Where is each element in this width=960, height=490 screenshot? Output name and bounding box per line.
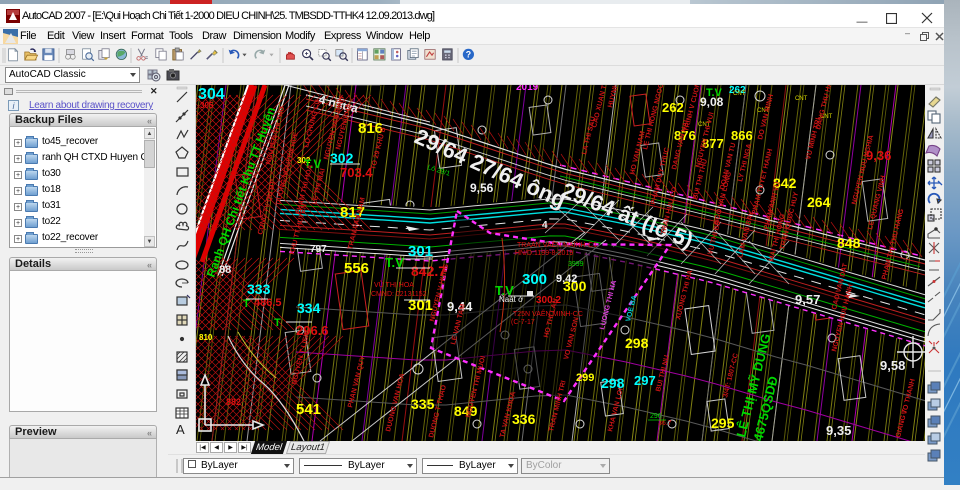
svg-text:848: 848 <box>837 235 861 251</box>
svg-text:3999: 3999 <box>568 261 584 268</box>
svg-text:CNT: CNT <box>795 96 808 102</box>
svg-text:866: 866 <box>731 128 753 143</box>
svg-text:541: 541 <box>296 401 321 418</box>
svg-text:9,57: 9,57 <box>795 292 820 307</box>
svg-text:Lô 29/1: Lô 29/1 <box>426 164 450 178</box>
svg-text:T.V: T.V <box>385 255 404 270</box>
svg-text:703.4: 703.4 <box>340 165 373 180</box>
svg-text:2019: 2019 <box>516 85 539 93</box>
svg-text:334: 334 <box>297 300 321 316</box>
svg-text:Ñaát ở: Ñaát ở <box>499 295 524 304</box>
svg-text:9,35: 9,35 <box>826 423 851 438</box>
svg-text:299: 299 <box>576 372 594 384</box>
svg-text:?: ? <box>466 50 471 60</box>
svg-text:A: A <box>176 422 185 437</box>
svg-text:262: 262 <box>662 100 684 115</box>
svg-text:810: 810 <box>199 333 213 342</box>
svg-text:VŨ THỊ HOA: VŨ THỊ HOA <box>374 280 414 289</box>
svg-text:556: 556 <box>344 260 369 277</box>
svg-text:797: 797 <box>310 244 327 255</box>
svg-text:T.V: T.V <box>706 87 723 99</box>
svg-text:300: 300 <box>522 271 547 288</box>
svg-text:LE QUANG VINH: LE QUANG VINH <box>867 175 887 231</box>
svg-text:DANG THU HA: DANG THU HA <box>815 85 834 130</box>
svg-text:(C-7-17: (C-7-17 <box>511 319 535 326</box>
svg-text:HÑ/D:1199-8-2019: HÑ/D:1199-8-2019 <box>515 248 573 257</box>
svg-text:298: 298 <box>625 335 649 351</box>
svg-text:296: 296 <box>650 413 662 420</box>
svg-text:4: 4 <box>542 220 548 231</box>
svg-text:296.6: 296.6 <box>296 323 329 338</box>
svg-text:36.7: 36.7 <box>658 420 672 427</box>
svg-text:295: 295 <box>711 415 735 431</box>
svg-text:LA THI SAU: LA THI SAU <box>581 116 597 156</box>
svg-text:CMND: 02131152: CMND: 02131152 <box>371 291 427 298</box>
svg-text:297: 297 <box>634 373 656 388</box>
svg-text:335: 335 <box>411 396 435 412</box>
svg-text:264: 264 <box>807 194 831 210</box>
svg-text:BUI THI NU: BUI THI NU <box>655 355 671 393</box>
svg-text:T: T <box>274 317 281 329</box>
svg-text:TRAÀN VAÊN MAÏNH-C1: TRAÀN VAÊN MAÏNH-C1 <box>517 240 597 249</box>
svg-text:T: T <box>243 298 250 310</box>
svg-text:9,58: 9,58 <box>880 358 905 373</box>
svg-text:333: 333 <box>247 281 271 297</box>
svg-text:VO THANH: VO THANH <box>901 378 917 415</box>
svg-text:305: 305 <box>200 101 214 110</box>
svg-text:9,42: 9,42 <box>556 273 577 285</box>
svg-text:9,56: 9,56 <box>470 181 494 195</box>
svg-text:336: 336 <box>512 411 536 427</box>
svg-text:301: 301 <box>408 243 433 260</box>
svg-text:882: 882 <box>226 397 241 407</box>
svg-text:CNT: CNT <box>733 91 746 97</box>
